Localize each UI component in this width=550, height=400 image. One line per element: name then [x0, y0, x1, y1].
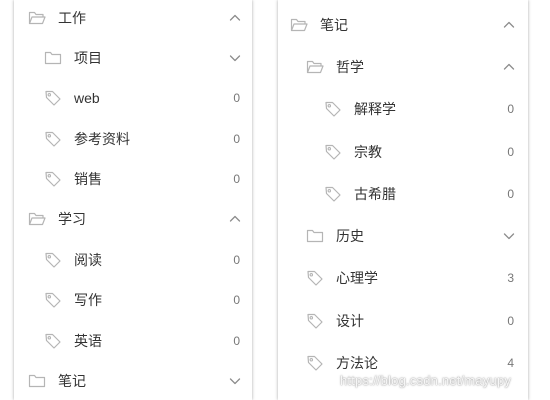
folder-open-icon — [306, 58, 324, 76]
tag-label: web — [74, 90, 100, 106]
folder-open-icon — [290, 16, 308, 34]
tag-count: 0 — [233, 132, 240, 146]
tag-tree-panel-left: 工作 项目 web 0 参考资料 0 销售 0 学习 阅读 0 写作 0 英语 … — [14, 0, 252, 400]
tag-row-web[interactable]: web 0 — [14, 80, 252, 116]
chevron-down-icon[interactable] — [502, 229, 516, 243]
tag-icon — [44, 291, 62, 309]
folder-label: 笔记 — [320, 17, 348, 33]
folder-label: 哲学 — [336, 59, 364, 75]
folder-label: 笔记 — [58, 373, 86, 389]
tag-row-ancient-greece[interactable]: 古希腊 0 — [278, 176, 528, 212]
folder-label: 项目 — [74, 50, 102, 66]
folder-row-work[interactable]: 工作 — [14, 0, 252, 36]
tag-label: 方法论 — [336, 355, 378, 371]
folder-open-icon — [28, 210, 46, 228]
tag-label: 设计 — [336, 313, 364, 329]
folder-icon — [306, 227, 324, 245]
tag-tree-panel-right: 笔记 哲学 解释学 0 宗教 0 古希腊 0 历史 心理学 3 设计 0 方法论… — [278, 0, 528, 400]
tag-row-psychology[interactable]: 心理学 3 — [278, 260, 528, 296]
tag-icon — [324, 143, 342, 161]
tag-count: 0 — [233, 253, 240, 267]
folder-row-project[interactable]: 项目 — [14, 40, 252, 76]
tag-label: 宗教 — [354, 144, 382, 160]
chevron-up-icon[interactable] — [502, 60, 516, 74]
tag-row-english[interactable]: 英语 0 — [14, 323, 252, 359]
tag-icon — [306, 312, 324, 330]
tag-row-sales[interactable]: 销售 0 — [14, 161, 252, 197]
chevron-up-icon[interactable] — [502, 18, 516, 32]
folder-icon — [44, 49, 62, 67]
tag-icon — [44, 130, 62, 148]
tag-icon — [44, 170, 62, 188]
tag-count: 0 — [233, 172, 240, 186]
chevron-up-icon[interactable] — [228, 212, 242, 226]
tag-label: 心理学 — [336, 270, 378, 286]
tag-label: 写作 — [74, 292, 102, 308]
tag-icon — [324, 100, 342, 118]
tag-label: 古希腊 — [354, 186, 396, 202]
chevron-down-icon[interactable] — [228, 374, 242, 388]
tag-icon — [44, 89, 62, 107]
tag-count: 4 — [507, 356, 514, 370]
folder-row-notes[interactable]: 笔记 — [14, 363, 252, 399]
tag-count: 0 — [233, 91, 240, 105]
tag-row-reading[interactable]: 阅读 0 — [14, 242, 252, 278]
tag-icon — [306, 354, 324, 372]
tag-count: 0 — [507, 145, 514, 159]
folder-row-philosophy[interactable]: 哲学 — [278, 49, 528, 85]
tag-row-writing[interactable]: 写作 0 — [14, 282, 252, 318]
tag-label: 解释学 — [354, 101, 396, 117]
tag-icon — [44, 251, 62, 269]
folder-icon — [28, 372, 46, 390]
folder-row-notes[interactable]: 笔记 — [278, 7, 528, 43]
tag-count: 0 — [233, 293, 240, 307]
tag-icon — [44, 332, 62, 350]
tag-label: 英语 — [74, 333, 102, 349]
tag-label: 销售 — [74, 171, 102, 187]
tag-count: 0 — [507, 102, 514, 116]
tag-count: 0 — [507, 187, 514, 201]
folder-label: 工作 — [58, 10, 86, 26]
tag-count: 0 — [233, 334, 240, 348]
watermark-text: https://blog.csdn.net/mayupy — [340, 373, 512, 388]
tag-icon — [324, 185, 342, 203]
tag-count: 0 — [507, 314, 514, 328]
folder-label: 学习 — [58, 211, 86, 227]
folder-row-history[interactable]: 历史 — [278, 218, 528, 254]
chevron-up-icon[interactable] — [228, 11, 242, 25]
folder-open-icon — [28, 9, 46, 27]
chevron-down-icon[interactable] — [228, 51, 242, 65]
tag-row-references[interactable]: 参考资料 0 — [14, 121, 252, 157]
tag-row-design[interactable]: 设计 0 — [278, 303, 528, 339]
tag-icon — [306, 269, 324, 287]
tag-label: 参考资料 — [74, 131, 130, 147]
tag-row-hermeneutics[interactable]: 解释学 0 — [278, 91, 528, 127]
tag-label: 阅读 — [74, 252, 102, 268]
tag-count: 3 — [507, 271, 514, 285]
tag-row-religion[interactable]: 宗教 0 — [278, 134, 528, 170]
folder-row-study[interactable]: 学习 — [14, 201, 252, 237]
folder-label: 历史 — [336, 228, 364, 244]
